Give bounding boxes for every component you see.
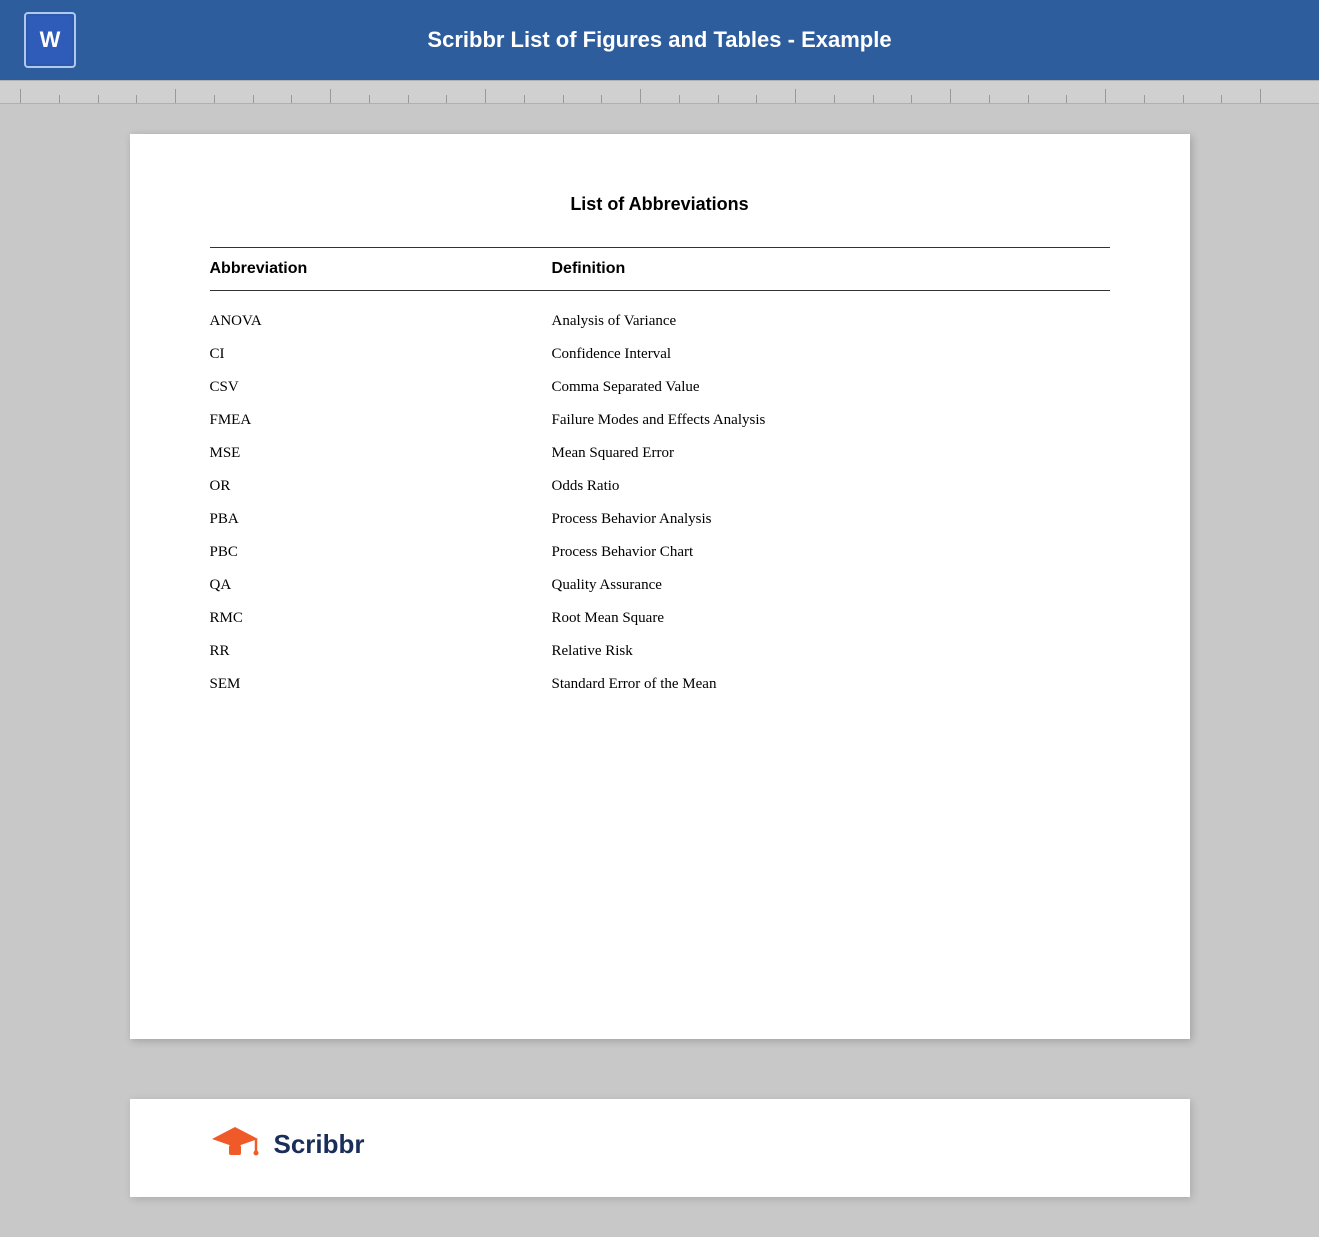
ruler-marks xyxy=(0,81,1319,103)
definition-cell: Mean Squared Error xyxy=(552,437,1110,470)
table-row: MSEMean Squared Error xyxy=(210,437,1110,470)
ruler-mark xyxy=(911,95,950,103)
table-row: SEMStandard Error of the Mean xyxy=(210,668,1110,701)
abbrev-cell: CSV xyxy=(210,371,552,404)
ruler-mark xyxy=(446,95,485,103)
ruler-mark xyxy=(1183,95,1222,103)
definition-cell: Process Behavior Analysis xyxy=(552,503,1110,536)
scribbr-footer-bar: Scribbr xyxy=(130,1099,1190,1197)
column-header-abbreviation: Abbreviation xyxy=(210,248,552,291)
ruler-mark xyxy=(175,89,214,103)
abbrev-cell: PBC xyxy=(210,536,552,569)
table-row: PBCProcess Behavior Chart xyxy=(210,536,1110,569)
ruler-mark xyxy=(718,95,757,103)
ruler-mark xyxy=(640,89,679,103)
table-row: RMCRoot Mean Square xyxy=(210,602,1110,635)
table-header-row: Abbreviation Definition xyxy=(210,248,1110,291)
abbrev-cell: OR xyxy=(210,470,552,503)
ruler-mark xyxy=(98,95,137,103)
ruler-mark xyxy=(253,95,292,103)
ruler-mark xyxy=(408,95,447,103)
ruler-mark xyxy=(1260,89,1299,103)
ruler-mark xyxy=(950,89,989,103)
ruler-mark xyxy=(1105,89,1144,103)
ruler-mark xyxy=(834,95,873,103)
definition-cell: Failure Modes and Effects Analysis xyxy=(552,404,1110,437)
ruler-mark xyxy=(214,95,253,103)
page-title: List of Abbreviations xyxy=(210,194,1110,215)
table-row: ANOVAAnalysis of Variance xyxy=(210,291,1110,339)
table-row: QAQuality Assurance xyxy=(210,569,1110,602)
ruler-mark xyxy=(756,95,795,103)
header-title: Scribbr List of Figures and Tables - Exa… xyxy=(92,27,1295,53)
ruler-bar xyxy=(0,80,1319,104)
definition-cell: Analysis of Variance xyxy=(552,291,1110,339)
ruler-mark xyxy=(369,95,408,103)
ruler-mark xyxy=(1028,95,1067,103)
ruler-mark xyxy=(601,95,640,103)
page-container: List of Abbreviations Abbreviation Defin… xyxy=(0,104,1319,1099)
ruler-mark xyxy=(524,95,563,103)
table-row: RRRelative Risk xyxy=(210,635,1110,668)
footer-area: Scribbr xyxy=(0,1099,1319,1237)
app-header: W Scribbr List of Figures and Tables - E… xyxy=(0,0,1319,80)
word-app-icon: W xyxy=(24,12,76,68)
ruler-mark xyxy=(1066,95,1105,103)
definition-cell: Odds Ratio xyxy=(552,470,1110,503)
definition-cell: Root Mean Square xyxy=(552,602,1110,635)
ruler-mark xyxy=(20,89,59,103)
abbreviations-table: Abbreviation Definition ANOVAAnalysis of… xyxy=(210,248,1110,701)
ruler-mark xyxy=(873,95,912,103)
table-row: FMEAFailure Modes and Effects Analysis xyxy=(210,404,1110,437)
ruler-mark xyxy=(795,89,834,103)
abbrev-cell: FMEA xyxy=(210,404,552,437)
ruler-mark xyxy=(1144,95,1183,103)
ruler-mark xyxy=(563,95,602,103)
ruler-mark xyxy=(679,95,718,103)
ruler-mark xyxy=(485,89,524,103)
abbrev-cell: QA xyxy=(210,569,552,602)
ruler-mark xyxy=(1221,95,1260,103)
abbrev-cell: ANOVA xyxy=(210,291,552,339)
abbrev-cell: MSE xyxy=(210,437,552,470)
ruler-mark xyxy=(136,95,175,103)
document-page: List of Abbreviations Abbreviation Defin… xyxy=(130,134,1190,1039)
definition-cell: Comma Separated Value xyxy=(552,371,1110,404)
ruler-mark xyxy=(330,89,369,103)
definition-cell: Standard Error of the Mean xyxy=(552,668,1110,701)
ruler-mark xyxy=(291,95,330,103)
ruler-mark xyxy=(989,95,1028,103)
abbrev-cell: RMC xyxy=(210,602,552,635)
column-header-definition: Definition xyxy=(552,248,1110,291)
table-row: CSVComma Separated Value xyxy=(210,371,1110,404)
abbrev-cell: RR xyxy=(210,635,552,668)
table-row: PBAProcess Behavior Analysis xyxy=(210,503,1110,536)
definition-cell: Relative Risk xyxy=(552,635,1110,668)
definition-cell: Quality Assurance xyxy=(552,569,1110,602)
scribbr-logo-icon xyxy=(210,1119,260,1169)
abbrev-cell: PBA xyxy=(210,503,552,536)
abbrev-cell: SEM xyxy=(210,668,552,701)
abbrev-cell: CI xyxy=(210,338,552,371)
word-icon-letter: W xyxy=(28,16,72,64)
definition-cell: Confidence Interval xyxy=(552,338,1110,371)
scribbr-brand-name: Scribbr xyxy=(274,1129,365,1160)
ruler-mark xyxy=(59,95,98,103)
table-row: CIConfidence Interval xyxy=(210,338,1110,371)
definition-cell: Process Behavior Chart xyxy=(552,536,1110,569)
table-row: OROdds Ratio xyxy=(210,470,1110,503)
